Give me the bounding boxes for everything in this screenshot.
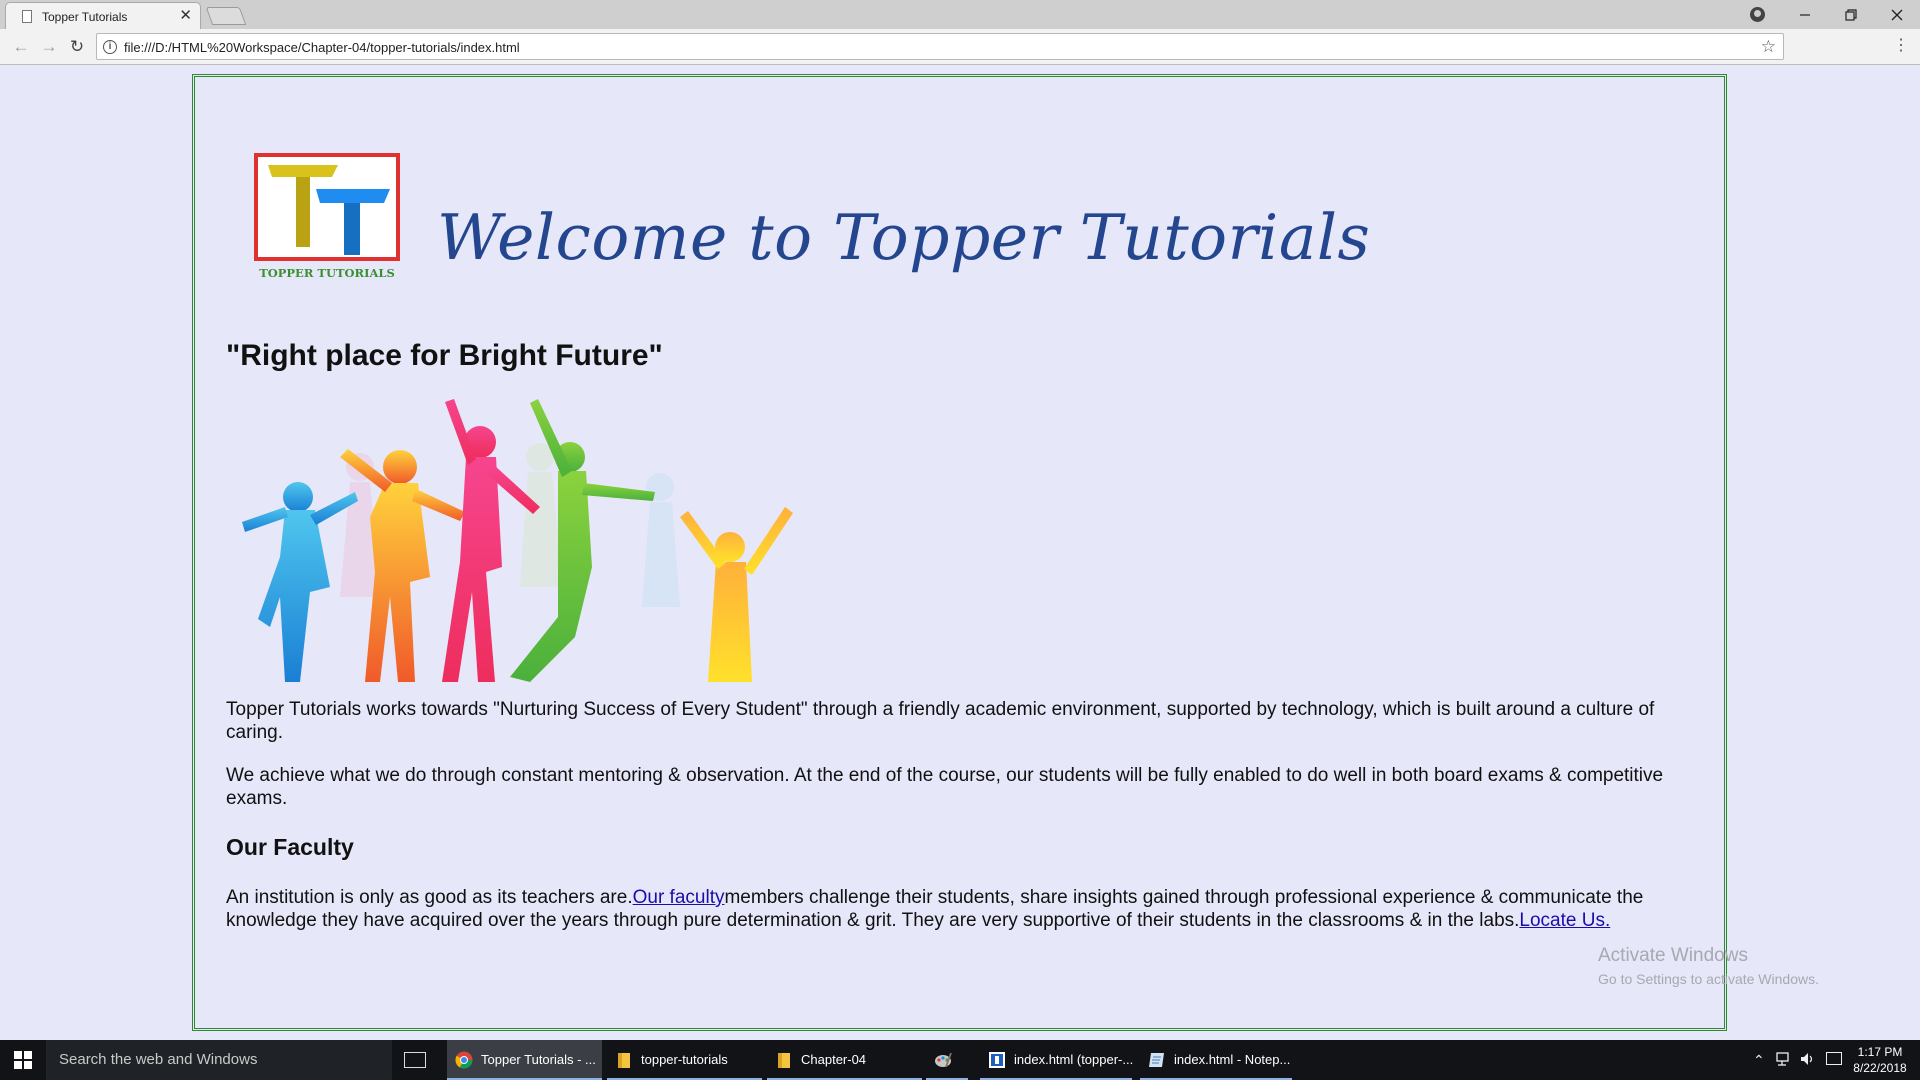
browser-toolbar: ← → ↻ i file:///D:/HTML%20Workspace/Chap…	[0, 29, 1920, 65]
watermark-title: Activate Windows	[1598, 945, 1748, 966]
logo-text: TOPPER TUTORIALS	[259, 266, 395, 280]
network-icon[interactable]	[1776, 1052, 1792, 1066]
minimize-icon	[1800, 13, 1810, 16]
folder-icon	[618, 1053, 630, 1068]
url-text[interactable]: file:///D:/HTML%20Workspace/Chapter-04/t…	[124, 40, 520, 55]
address-bar[interactable]: i file:///D:/HTML%20Workspace/Chapter-04…	[96, 33, 1784, 60]
browser-tab[interactable]: Topper Tutorials ✕	[5, 2, 201, 29]
clock-date: 8/22/2018	[1853, 1061, 1907, 1075]
browser-menu-icon[interactable]: ⋮	[1893, 37, 1909, 55]
locate-us-link[interactable]: Locate Us.	[1519, 910, 1610, 931]
page-container: TOPPER TUTORIALS Welcome to Topper Tutor…	[192, 74, 1727, 1031]
taskbar-item-chrome[interactable]: Topper Tutorials - ...	[447, 1040, 602, 1080]
notepad-icon	[1149, 1053, 1164, 1067]
restore-button[interactable]	[1828, 0, 1874, 29]
mentoring-paragraph: We achieve what we do through constant m…	[226, 765, 1664, 809]
taskbar-item-folder-chapter[interactable]: Chapter-04	[767, 1040, 922, 1080]
notification-icon[interactable]	[1826, 1052, 1842, 1065]
taskbar-item-label: index.html (topper-...	[1014, 1052, 1134, 1067]
tab-title: Topper Tutorials	[42, 10, 128, 24]
new-tab-button[interactable]	[205, 7, 247, 25]
taskbar-item-label: topper-tutorials	[641, 1052, 728, 1067]
intro-paragraph: Topper Tutorials works towards "Nurturin…	[226, 699, 1655, 743]
taskbar-item-notepad[interactable]: index.html - Notep...	[1140, 1040, 1292, 1080]
folder-icon	[778, 1053, 790, 1068]
activate-windows-watermark: Activate Windows Go to Settings to activ…	[1598, 945, 1819, 987]
forward-arrow-icon[interactable]: →	[38, 36, 60, 58]
taskbar-item-label: index.html - Notep...	[1174, 1052, 1291, 1067]
taskbar-item-label: Topper Tutorials - ...	[481, 1052, 596, 1067]
browser-tab-bar: Topper Tutorials ✕	[0, 0, 1920, 29]
chevron-up-icon[interactable]: ⌃	[1753, 1052, 1765, 1069]
tagline: "Right place for Bright Future"	[226, 339, 663, 372]
task-view-icon[interactable]	[404, 1052, 426, 1068]
clock-time: 1:17 PM	[1857, 1045, 1903, 1059]
restore-icon	[1845, 8, 1857, 21]
close-icon	[1891, 9, 1903, 20]
windows-taskbar: Search the web and Windows Topper Tutori…	[0, 1040, 1920, 1080]
taskbar-clock[interactable]: 1:17 PM 8/22/2018	[1850, 1044, 1910, 1076]
volume-icon[interactable]	[1800, 1052, 1816, 1066]
chrome-icon	[455, 1051, 473, 1069]
taskbar-item-editor[interactable]: index.html (topper-...	[980, 1040, 1134, 1080]
watermark-subtitle: Go to Settings to activate Windows.	[1598, 971, 1819, 987]
minimize-button[interactable]	[1782, 0, 1828, 29]
page-favicon-icon	[22, 10, 32, 23]
faculty-paragraph: An institution is only as good as its te…	[226, 886, 1696, 932]
taskbar-item-paint[interactable]	[926, 1040, 968, 1080]
taskbar-item-folder-topper[interactable]: topper-tutorials	[607, 1040, 762, 1080]
windows-logo-icon	[14, 1051, 32, 1069]
close-tab-icon[interactable]: ✕	[179, 7, 192, 25]
taskbar-item-label: Chapter-04	[801, 1052, 867, 1067]
info-icon[interactable]: i	[103, 40, 117, 54]
back-arrow-icon[interactable]: ←	[10, 36, 32, 58]
faculty-heading: Our Faculty	[226, 834, 354, 860]
close-window-button[interactable]	[1874, 0, 1920, 29]
profile-icon[interactable]	[1750, 7, 1765, 22]
reload-icon[interactable]: ↻	[66, 36, 88, 58]
search-placeholder[interactable]: Search the web and Windows	[59, 1051, 257, 1068]
editor-icon	[989, 1052, 1005, 1068]
our-faculty-link[interactable]: Our faculty	[633, 887, 725, 908]
dancing-people-illustration	[242, 399, 793, 682]
topper-tutorials-logo: TOPPER TUTORIALS	[254, 153, 400, 280]
start-button[interactable]	[0, 1040, 46, 1080]
bookmark-star-icon[interactable]: ☆	[1761, 37, 1776, 57]
paint-icon	[935, 1052, 952, 1068]
welcome-heading: Welcome to Topper Tutorials	[437, 201, 1371, 274]
taskbar-search-box[interactable]: Search the web and Windows	[46, 1040, 392, 1080]
faculty-text-start: An institution is only as good as its te…	[226, 887, 633, 908]
